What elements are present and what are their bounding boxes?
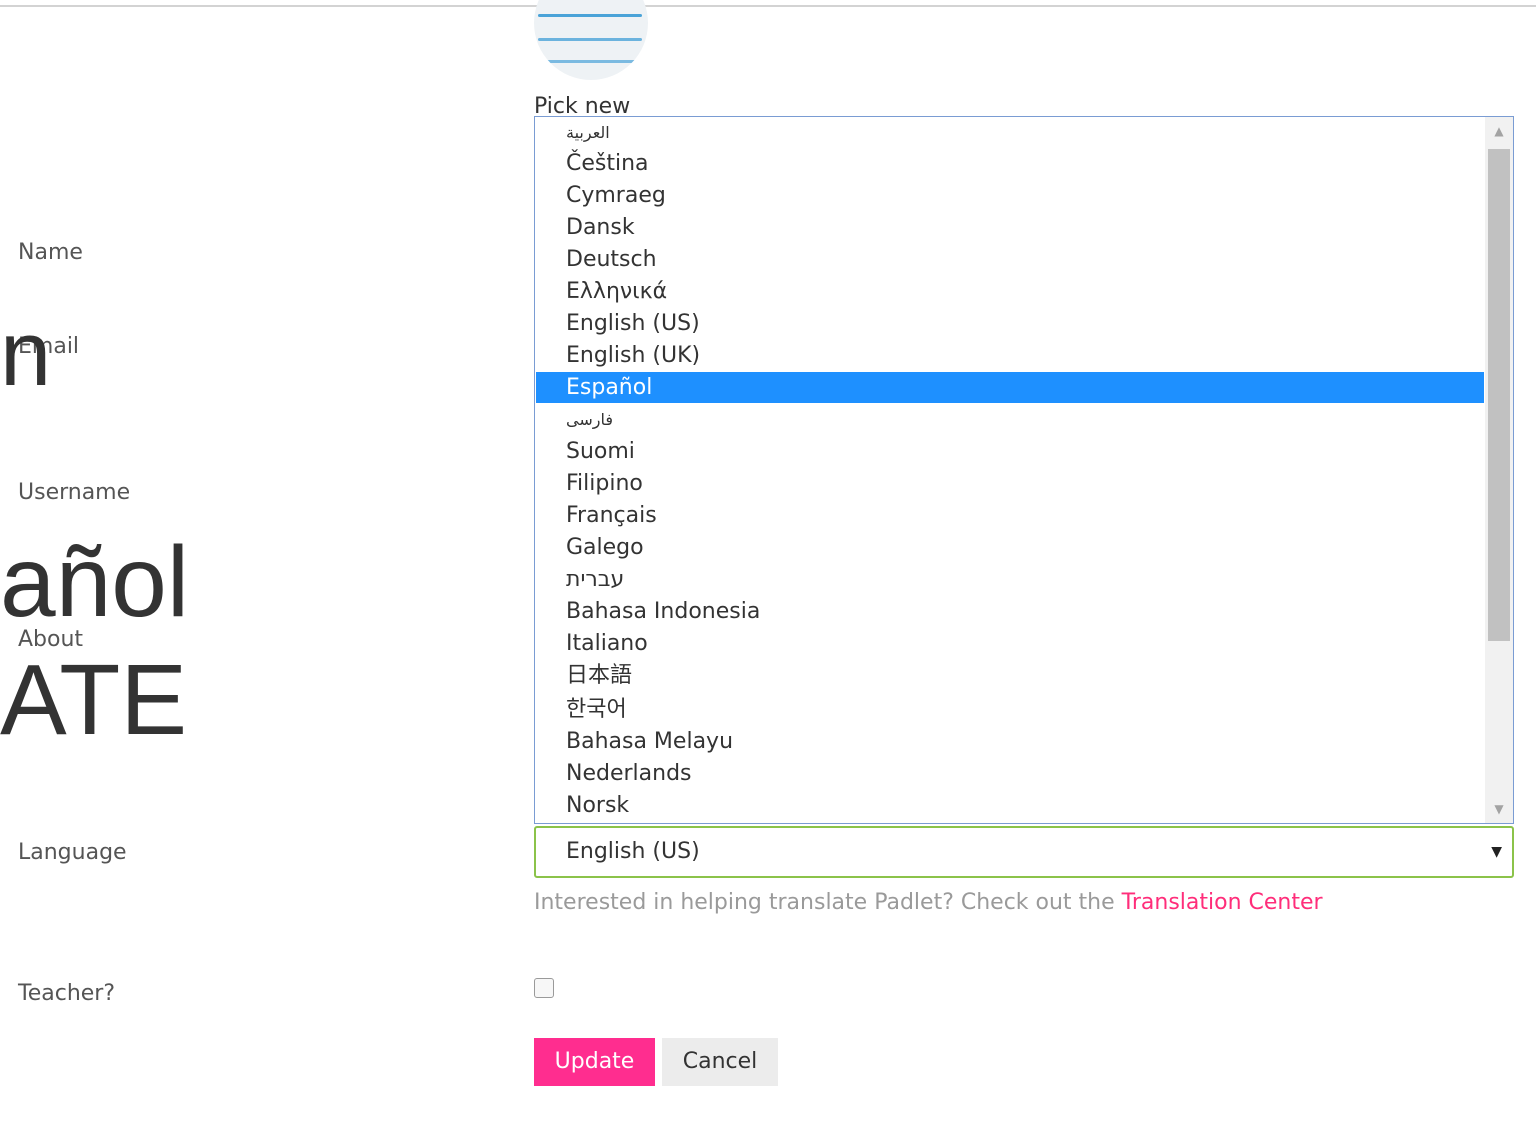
translation-hint-text: Interested in helping translate Padlet? … <box>534 890 1122 915</box>
language-option[interactable]: English (UK) <box>536 340 1484 371</box>
language-label: Language <box>18 840 127 865</box>
language-option-highlighted[interactable]: Español <box>536 372 1484 403</box>
language-option[interactable]: 한국어 <box>536 694 1484 725</box>
language-option[interactable]: Dansk <box>536 212 1484 243</box>
translation-center-link[interactable]: Translation Center <box>1122 890 1323 915</box>
language-option[interactable]: Nederlands <box>536 758 1484 789</box>
language-option[interactable]: Norsk <box>536 790 1484 821</box>
language-option[interactable]: עברית <box>536 564 1484 595</box>
language-option[interactable]: 日本語 <box>536 660 1484 691</box>
update-button[interactable]: Update <box>534 1038 655 1086</box>
language-option[interactable]: العربية <box>536 117 1484 148</box>
language-option[interactable]: Bahasa Melayu <box>536 726 1484 757</box>
language-option[interactable]: English (US) <box>536 308 1484 339</box>
name-label: Name <box>18 240 83 265</box>
scrollbar-thumb[interactable] <box>1488 149 1510 641</box>
language-option[interactable]: Cymraeg <box>536 180 1484 211</box>
language-option[interactable]: فارسی <box>536 404 1484 435</box>
language-option[interactable]: Suomi <box>536 436 1484 467</box>
language-option[interactable]: Galego <box>536 532 1484 563</box>
translation-hint: Interested in helping translate Padlet? … <box>534 890 1323 915</box>
language-select-value: English (US) <box>566 839 700 864</box>
language-dropdown-list[interactable]: العربية Čeština Cymraeg Dansk Deutsch Ελ… <box>534 116 1514 824</box>
language-option[interactable]: Čeština <box>536 148 1484 179</box>
avatar[interactable] <box>534 0 648 80</box>
cancel-button[interactable]: Cancel <box>662 1038 778 1086</box>
language-option[interactable]: Français <box>536 500 1484 531</box>
language-option[interactable]: Filipino <box>536 468 1484 499</box>
top-divider <box>0 0 1536 7</box>
dropdown-arrow-icon: ▼ <box>1491 844 1502 860</box>
overlay-text-fragment: ATE <box>0 644 188 756</box>
teacher-label: Teacher? <box>18 981 116 1006</box>
scroll-up-arrow-icon[interactable]: ▲ <box>1485 117 1513 145</box>
overlay-text-fragment: n <box>0 303 52 405</box>
username-label: Username <box>18 480 131 505</box>
language-option[interactable]: Deutsch <box>536 244 1484 275</box>
teacher-checkbox[interactable] <box>534 978 554 998</box>
overlay-text-fragment: añol <box>0 526 190 638</box>
language-option[interactable]: Italiano <box>536 628 1484 659</box>
language-select[interactable]: English (US) ▼ <box>534 826 1514 878</box>
language-option[interactable]: Ελληνικά <box>536 276 1484 307</box>
scroll-down-arrow-icon[interactable]: ▼ <box>1485 795 1513 823</box>
language-option[interactable]: Bahasa Indonesia <box>536 596 1484 627</box>
dropdown-scrollbar[interactable]: ▲ ▼ <box>1485 117 1513 823</box>
